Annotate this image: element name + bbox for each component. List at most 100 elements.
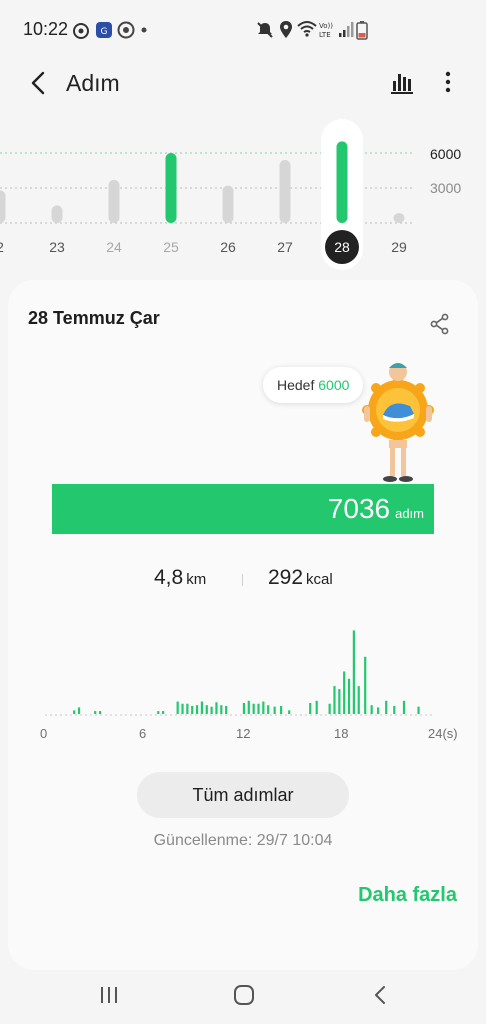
hourly-bar — [338, 689, 341, 714]
hourly-bar — [288, 710, 291, 714]
chevron-left-icon — [31, 71, 45, 95]
x-tick-18: 18 — [334, 726, 349, 741]
hourly-bar — [157, 711, 160, 714]
distance-value: 4,8 — [154, 566, 184, 589]
share-icon — [430, 313, 449, 335]
day-detail-card: 28 Temmuz Çar Hedef 6000 7036 adım 4,8 k… — [8, 280, 478, 970]
day-label-25: 25 — [163, 239, 179, 255]
status-bar: 10:22 G Vo)) LTE — [0, 0, 486, 60]
day-bar-2 — [0, 190, 6, 223]
hourly-bar — [328, 703, 331, 714]
battery-icon — [356, 21, 368, 40]
all-steps-button[interactable]: Tüm adımlar — [137, 772, 349, 818]
x-tick-0: 0 — [40, 726, 48, 741]
hourly-bar — [347, 678, 351, 714]
mute-icon — [257, 22, 273, 38]
wifi-icon — [297, 21, 317, 37]
back-button[interactable] — [24, 68, 52, 98]
steps-unit: adım — [395, 506, 424, 521]
hourly-bar — [94, 711, 97, 714]
weekly-steps-chart[interactable]: 2 23 24 25 26 27 28 29 6000 3000 — [0, 116, 486, 276]
updated-timestamp: Güncellenme: 29/7 10:04 — [153, 832, 333, 849]
page-title: Adım — [66, 70, 120, 96]
hourly-bar — [242, 703, 246, 714]
hourly-bar — [252, 703, 255, 714]
recent-apps-button[interactable] — [94, 982, 124, 1008]
goal-bubble: Hedef 6000 — [263, 367, 364, 403]
svg-text:Vo)): Vo)) — [319, 22, 333, 30]
day-bar-23 — [51, 205, 63, 223]
system-nav-bar — [0, 970, 486, 1024]
hourly-bar — [200, 701, 204, 714]
calories-unit: kcal — [306, 571, 333, 588]
x-tick-6: 6 — [139, 726, 147, 741]
x-tick-24: 24(s) — [428, 726, 458, 741]
svg-text:LTE: LTE — [319, 31, 331, 39]
home-icon — [234, 985, 254, 1005]
location-icon — [280, 21, 292, 38]
hourly-bar — [370, 705, 373, 714]
hourly-bar — [176, 701, 179, 714]
day-label-23: 23 — [49, 239, 65, 255]
selected-date: 28 Temmuz Çar — [28, 308, 160, 328]
hourly-bar — [377, 707, 380, 714]
hourly-bar — [309, 703, 312, 714]
chart-view-button[interactable] — [388, 68, 416, 96]
distance-stat: 4,8 km — [154, 566, 206, 590]
hourly-bar — [195, 705, 199, 714]
status-time: 10:22 — [23, 19, 69, 39]
nav-back-button[interactable] — [366, 982, 396, 1008]
hourly-bar — [385, 700, 388, 714]
hourly-bar — [77, 707, 81, 714]
hourly-bar — [343, 671, 346, 714]
volte-icon: Vo)) LTE — [319, 22, 333, 39]
hourly-bar — [181, 703, 184, 714]
goal-achieved-mascot — [362, 363, 434, 482]
alarm-icon — [73, 23, 89, 39]
goal-line-label: 6000 — [430, 146, 462, 162]
day-label-2: 2 — [0, 239, 4, 255]
app-bar: Adım — [0, 60, 486, 106]
hourly-bar — [225, 705, 228, 714]
more-link[interactable]: Daha fazla — [358, 884, 457, 907]
hourly-bar — [352, 630, 355, 714]
hourly-bar — [215, 702, 218, 714]
hourly-steps-chart[interactable] — [8, 620, 478, 720]
dot-icon — [141, 27, 147, 33]
hourly-bar — [73, 710, 76, 714]
hourly-bar — [162, 711, 165, 714]
more-options-button[interactable] — [438, 68, 458, 96]
calories-value: 292 — [268, 566, 304, 589]
hourly-bar — [191, 705, 194, 714]
hourly-bar — [315, 700, 318, 714]
hourly-bar — [280, 705, 283, 714]
home-button[interactable] — [229, 982, 259, 1008]
hourly-bar — [186, 703, 189, 714]
recent-apps-icon — [101, 987, 117, 1003]
more-vertical-icon — [445, 71, 451, 93]
hourly-bar — [267, 705, 270, 714]
day-bar-25 — [165, 153, 177, 223]
app-icon: G — [96, 22, 112, 38]
hourly-bar — [333, 686, 336, 714]
goal-value: 6000 — [318, 377, 350, 393]
day-bar-29 — [393, 213, 405, 223]
hourly-bar — [357, 686, 360, 714]
hourly-bar — [220, 705, 223, 714]
hourly-bar — [210, 706, 213, 714]
share-button[interactable] — [428, 312, 452, 336]
hourly-bar — [402, 700, 406, 714]
day-label-26: 26 — [220, 239, 236, 255]
hourly-bar — [247, 700, 250, 714]
hourly-bar — [364, 656, 367, 714]
daily-steps-bar: 7036 adım — [52, 484, 434, 534]
bar-chart-icon — [391, 74, 413, 94]
chrome-icon — [117, 21, 135, 39]
goal-text: Hedef — [277, 377, 315, 393]
day-label-28: 28 — [334, 239, 350, 255]
hourly-bar — [205, 705, 208, 714]
hourly-bar — [257, 703, 260, 714]
daily-stats: 4,8 km 292 kcal — [8, 566, 478, 598]
day-bar-28 — [336, 141, 348, 223]
svg-text:G: G — [101, 27, 108, 37]
